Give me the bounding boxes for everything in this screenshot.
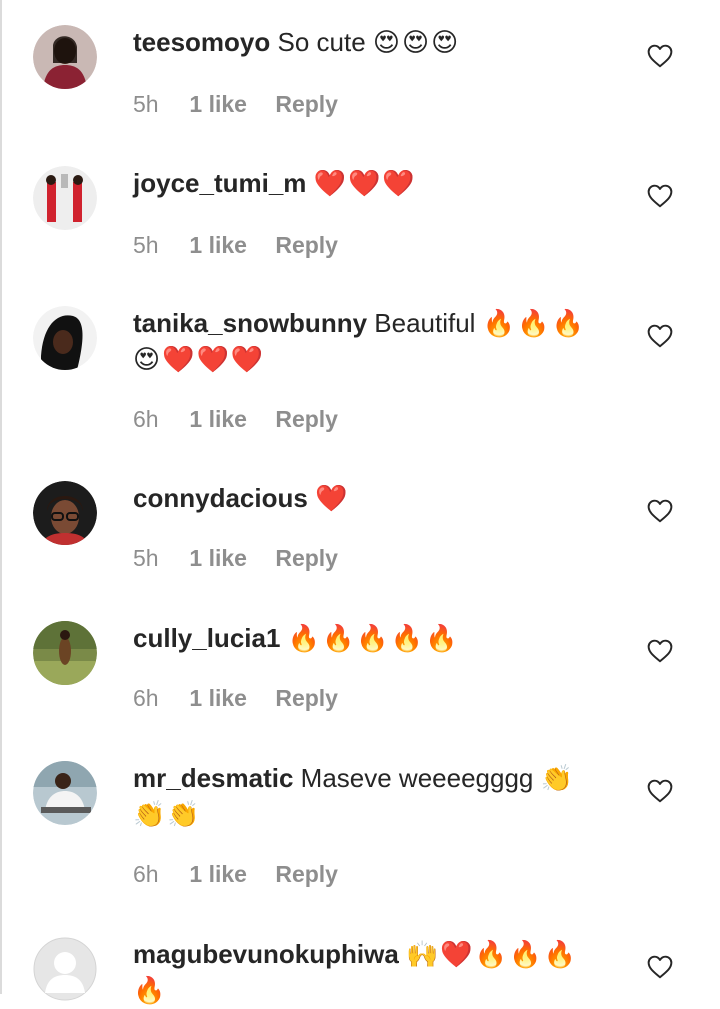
avatar[interactable] <box>33 621 97 685</box>
comment-body: magubevunokuphiwa 🙌❤️🔥🔥🔥🔥 <box>133 937 603 1009</box>
comment-username[interactable]: magubevunokuphiwa <box>133 939 399 969</box>
comment-likes[interactable]: 1 like <box>189 232 247 259</box>
heart-outline-icon[interactable] <box>647 639 673 663</box>
heart-outline-icon[interactable] <box>647 955 673 979</box>
comment-emoji: 😍😍😍 <box>372 28 461 58</box>
comment-likes[interactable]: 1 like <box>189 91 247 118</box>
comment-likes[interactable]: 1 like <box>189 685 247 712</box>
comment-time: 6h <box>133 685 159 711</box>
user-avatar-photo <box>33 481 97 545</box>
comment-meta: 5h 1 like Reply <box>133 545 338 572</box>
user-avatar-photo <box>33 621 97 685</box>
comment-username[interactable]: connydacious <box>133 483 308 513</box>
reply-button[interactable]: Reply <box>275 685 338 712</box>
reply-button[interactable]: Reply <box>275 91 338 118</box>
comment-likes[interactable]: 1 like <box>189 545 247 572</box>
comment-likes[interactable]: 1 like <box>189 861 247 888</box>
comment-meta: 5h 1 like Reply <box>133 91 338 118</box>
comment-meta: 6h 1 like Reply <box>133 406 338 433</box>
comment-body: joyce_tumi_m ❤️❤️❤️ <box>133 166 603 202</box>
heart-outline-icon[interactable] <box>647 499 673 523</box>
heart-outline-icon[interactable] <box>647 324 673 348</box>
comment-username[interactable]: tanika_snowbunny <box>133 308 367 338</box>
default-avatar-icon <box>33 937 97 1001</box>
comment-text: Beautiful <box>374 308 476 338</box>
comment-emoji: 🔥🔥🔥🔥🔥 <box>287 624 460 654</box>
reply-button[interactable]: Reply <box>275 232 338 259</box>
comment-text: So cute <box>277 27 366 57</box>
comment-body: mr_desmatic Maseve weeeegggg 👏👏👏 <box>133 761 603 833</box>
heart-outline-icon[interactable] <box>647 44 673 68</box>
user-avatar-photo <box>33 306 97 370</box>
comment-body: teesomoyo So cute 😍😍😍 <box>133 25 603 61</box>
comment-username[interactable]: cully_lucia1 <box>133 623 280 653</box>
comment-username[interactable]: teesomoyo <box>133 27 270 57</box>
comment-emoji: ❤️ <box>315 484 350 514</box>
heart-outline-icon[interactable] <box>647 779 673 803</box>
avatar[interactable] <box>33 166 97 230</box>
user-avatar-photo <box>33 166 97 230</box>
avatar[interactable] <box>33 761 97 825</box>
comment-text: Maseve weeeegggg <box>300 763 534 793</box>
comment-username[interactable]: joyce_tumi_m <box>133 168 306 198</box>
reply-button[interactable]: Reply <box>275 545 338 572</box>
comment-meta: 5h 1 like Reply <box>133 232 338 259</box>
reply-button[interactable]: Reply <box>275 406 338 433</box>
avatar[interactable] <box>33 481 97 545</box>
comment-body: cully_lucia1 🔥🔥🔥🔥🔥 <box>133 621 603 657</box>
comment-time: 6h <box>133 406 159 432</box>
avatar[interactable] <box>33 25 97 89</box>
comment-username[interactable]: mr_desmatic <box>133 763 293 793</box>
avatar[interactable] <box>33 306 97 370</box>
reply-button[interactable]: Reply <box>275 861 338 888</box>
comment-time: 5h <box>133 91 159 117</box>
comment-meta: 6h 1 like Reply <box>133 861 338 888</box>
comment-time: 5h <box>133 545 159 571</box>
user-avatar-photo <box>33 25 97 89</box>
comment-meta: 6h 1 like Reply <box>133 685 338 712</box>
user-avatar-photo <box>33 761 97 825</box>
comment-emoji: ❤️❤️❤️ <box>313 169 417 199</box>
heart-outline-icon[interactable] <box>647 184 673 208</box>
comment-body: tanika_snowbunny Beautiful 🔥🔥🔥 😍❤️❤️❤️ <box>133 306 603 378</box>
comment-time: 6h <box>133 861 159 887</box>
avatar[interactable] <box>33 937 97 1001</box>
comment-body: connydacious ❤️ <box>133 481 603 517</box>
left-edge-divider <box>0 0 2 994</box>
comment-likes[interactable]: 1 like <box>189 406 247 433</box>
comment-time: 5h <box>133 232 159 258</box>
